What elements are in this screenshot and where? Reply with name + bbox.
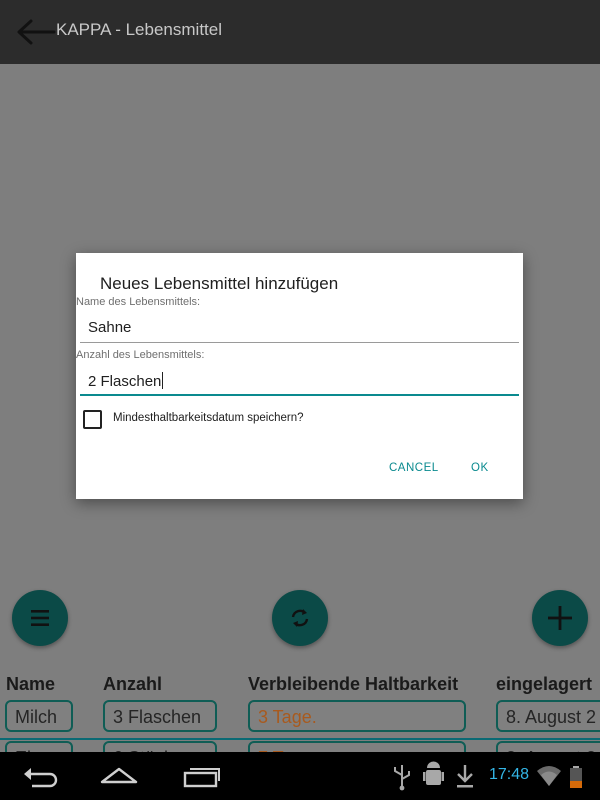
add-button[interactable] (532, 590, 588, 646)
name-input-value: Sahne (88, 319, 132, 336)
refresh-button[interactable] (272, 590, 328, 646)
home-nav-icon[interactable] (100, 767, 138, 784)
recents-nav-icon[interactable] (183, 768, 220, 788)
android-debug-icon (423, 761, 444, 785)
name-field-label: Name des Lebensmittels: (76, 296, 201, 308)
amount-input-underline (80, 394, 519, 396)
download-icon (457, 765, 473, 788)
table-cell-amount[interactable]: 3 Flaschen (103, 700, 217, 732)
amount-input-value: 2 Flaschen (88, 373, 162, 390)
column-header-stored: eingelagert (496, 674, 593, 694)
refresh-icon (291, 609, 309, 627)
back-nav-icon[interactable] (24, 768, 58, 788)
best-before-checkbox-label[interactable]: Mindesthaltbarkeitsdatum speichern? (113, 412, 304, 424)
status-clock: 17:48 (489, 766, 530, 783)
table-cell-name[interactable]: Milch (5, 700, 73, 732)
column-header-name: Name (6, 674, 56, 694)
menu-icon (31, 610, 49, 626)
table-cell-stored[interactable]: 8. August 2 (496, 700, 600, 732)
best-before-checkbox[interactable] (83, 410, 102, 429)
add-icon (548, 606, 572, 630)
app-title: KAPPA - Lebensmittel (56, 20, 222, 39)
app-bar: KAPPA - Lebensmittel (0, 0, 600, 64)
dialog-title: Neues Lebensmittel hinzufügen (100, 274, 339, 293)
amount-field-label: Anzahl des Lebensmittels: (76, 349, 205, 361)
system-nav-bar: 17:48 (0, 752, 600, 800)
name-input[interactable]: Sahne (80, 313, 519, 343)
column-header-amount: Anzahl (103, 674, 163, 694)
name-input-underline (80, 342, 519, 343)
amount-input[interactable]: 2 Flaschen (80, 366, 519, 396)
column-header-shelf-life: Verbleibende Haltbarkeit (248, 674, 459, 694)
cancel-button[interactable]: CANCEL (389, 462, 439, 474)
wifi-icon (537, 766, 561, 786)
menu-button[interactable] (12, 590, 68, 646)
ok-button[interactable]: OK (471, 462, 489, 474)
add-food-dialog: Neues Lebensmittel hinzufügen Name des L… (76, 253, 523, 499)
usb-icon (394, 765, 410, 791)
table-cell-shelf-life[interactable]: 3 Tage. (248, 700, 466, 732)
row-divider (0, 738, 600, 740)
text-caret (162, 372, 164, 389)
back-arrow-icon[interactable] (14, 16, 58, 48)
battery-icon (570, 766, 582, 788)
